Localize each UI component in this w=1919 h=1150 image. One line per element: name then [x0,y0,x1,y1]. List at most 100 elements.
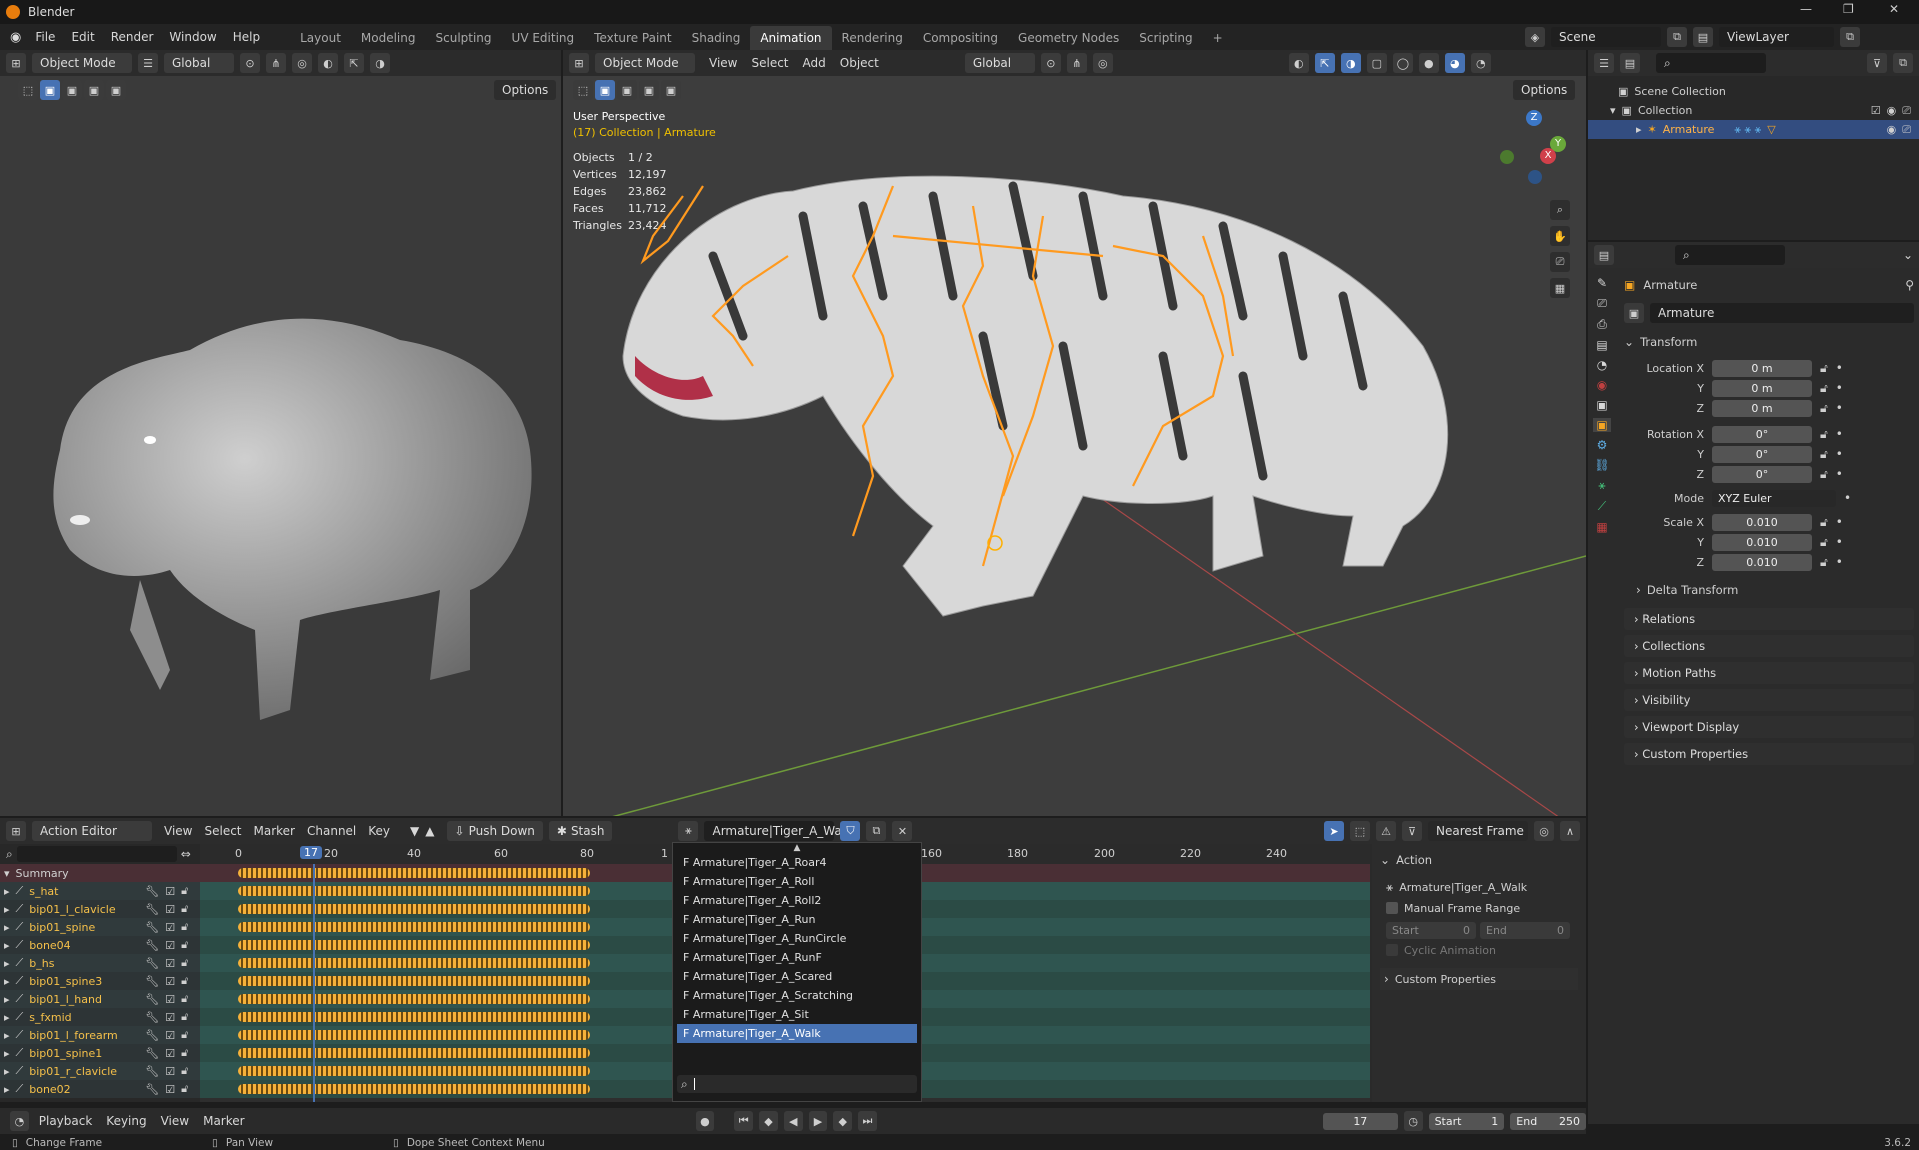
play-icon[interactable]: ▶ [808,1111,828,1131]
manual-range-checkbox[interactable] [1386,902,1398,914]
expand-arrow-icon[interactable]: ▾ [1610,104,1616,117]
expand-arrow-icon[interactable]: ▸ [4,1011,10,1024]
select-subtract-icon[interactable]: ▣ [84,80,104,100]
keyframe-dot-icon[interactable]: • [1836,535,1843,549]
wrench-icon[interactable]: 🔧︎ [145,903,159,916]
main-proportional-icon[interactable]: ◎ [1092,53,1113,73]
expand-arrow-icon[interactable]: ▸ [4,921,10,934]
menu-help[interactable]: Help [225,24,268,50]
tab-compositing[interactable]: Compositing [913,26,1008,50]
world-tab-icon[interactable]: ◉ [1597,378,1607,392]
xray-icon[interactable]: ▢ [1366,53,1387,73]
lock-icon[interactable]: 🔓︎ [181,1064,188,1078]
lock-icon[interactable]: 🔓︎ [1820,447,1828,462]
lock-icon[interactable]: 🔓︎ [181,956,188,970]
lock-icon[interactable]: 🔓︎ [1820,555,1828,570]
solid-shading-icon[interactable]: ● [1418,53,1439,73]
snap-mode-dropdown[interactable]: Nearest Frame [1428,821,1528,841]
gizmo-x-axis[interactable]: X [1540,148,1556,164]
tab-animation[interactable]: Animation [750,26,832,50]
display-mode-icon[interactable]: ▤ [1620,53,1640,73]
channel-checkbox[interactable]: ☑ [165,1011,175,1024]
lock-icon[interactable]: 🔓︎ [1820,535,1828,550]
jump-end-icon[interactable]: ⏭ [858,1111,877,1131]
outliner-item-collection[interactable]: ▾ ▣ Collection ☑ ◉ ⎚ [1610,101,1919,120]
render-camera-icon[interactable]: ⎚ [1902,123,1911,137]
dope-menu-view[interactable]: View [164,824,192,838]
action-name-field[interactable]: Armature|Tiger_A_Walk [704,821,852,841]
render-camera-icon[interactable]: ⎚ [1902,104,1911,118]
channel-checkbox[interactable]: ☑ [165,957,175,970]
collection-tab-icon[interactable]: ▣ [1596,398,1607,412]
wrench-icon[interactable]: 🔧︎ [145,1065,159,1078]
relations-section[interactable]: › Relations [1624,608,1914,630]
rotation-z-field[interactable]: 0° [1712,465,1812,483]
delta-transform-section[interactable]: › Delta Transform [1624,578,1914,602]
outliner-search-input[interactable]: ⌕ [1656,53,1766,73]
lock-icon[interactable]: 🔓︎ [181,1010,188,1024]
filter-icon[interactable]: ⊽ [1867,53,1887,73]
expand-arrow-icon[interactable]: ▸ [4,993,10,1006]
wrench-icon[interactable]: 🔧︎ [145,885,159,898]
wrench-icon[interactable]: 🔧︎ [145,1047,159,1060]
gizmo-z-axis[interactable]: Z [1526,110,1542,126]
channel-row[interactable]: ▸ ⟋ b_hs 🔧︎ ☑ 🔓︎ [0,954,200,972]
dope-menu-channel[interactable]: Channel [307,824,356,838]
proportional-edit-icon[interactable]: ◎ [292,53,312,73]
location-z-field[interactable]: 0 m [1712,399,1812,417]
channel-checkbox[interactable]: ☑ [165,1083,175,1096]
dope-editor-type-icon[interactable]: ⊞ [6,821,26,841]
render-tab-icon[interactable]: ⎚ [1597,296,1607,311]
view-layer-tab-icon[interactable]: ▤ [1596,338,1607,352]
expand-arrow-icon[interactable]: ⌄ [1624,335,1634,349]
main-overlay-icon[interactable]: ◑ [1340,53,1361,73]
object-tab-icon[interactable]: ▣ [1593,418,1611,432]
lock-icon[interactable]: 🔓︎ [1820,381,1828,396]
custom-properties-panel[interactable]: › Custom Properties [1380,968,1578,990]
collection-checkbox[interactable]: ☑ [1871,104,1881,117]
jump-start-icon[interactable]: ⏮ [734,1111,754,1131]
expand-arrow-icon[interactable]: ▸ [4,1029,10,1042]
dope-menu-key[interactable]: Key [368,824,390,838]
timeline-editor-type-icon[interactable]: ◔ [10,1111,29,1131]
keyframe-strip[interactable] [238,994,590,1004]
end-frame-field[interactable]: End 0 [1480,921,1570,939]
blender-menu-icon[interactable]: ◉ [10,30,21,45]
only-selected-icon[interactable]: ➤ [1324,821,1344,841]
scene-selector[interactable]: Scene [1551,27,1661,47]
navigation-gizmo[interactable]: Z Y X [1498,110,1568,190]
clock-icon[interactable]: ◷ [1403,1111,1423,1131]
properties-menu-chevron-icon[interactable]: ⌄ [1903,248,1913,262]
layer-up-icon[interactable]: ▲ [425,824,434,838]
select-extend-icon[interactable]: ▣ [62,80,82,100]
dope-menu-select[interactable]: Select [204,824,241,838]
channel-row[interactable]: ▸ ⟋ bip01_spine 🔧︎ ☑ 🔓︎ [0,918,200,936]
properties-search-input[interactable]: ⌕ [1675,245,1785,265]
swap-icon[interactable]: ⇔ [181,847,191,861]
main-menu-select[interactable]: Select [751,56,788,70]
maximize-button[interactable]: ❐ [1843,2,1854,16]
overlay-icon[interactable]: ◑ [370,53,390,73]
main-snap-icon[interactable]: ⋔ [1066,53,1087,73]
action-list-item[interactable]: F Armature|Tiger_A_RunF [677,948,917,967]
minimize-button[interactable]: — [1800,2,1812,16]
keying-menu[interactable]: Keying [106,1114,146,1128]
timeline-marker-menu[interactable]: Marker [203,1114,244,1128]
proportional-edit-dope-icon[interactable]: ◎ [1534,821,1554,841]
channel-row[interactable]: ▸ ⟋ bip01_spine1 🔧︎ ☑ 🔓︎ [0,1044,200,1062]
tab-sculpting[interactable]: Sculpting [426,26,502,50]
action-list-item[interactable]: F Armature|Tiger_A_Run [677,910,917,929]
grid-icon[interactable]: ▦ [1550,278,1570,298]
new-view-layer-icon[interactable]: ⧉ [1840,27,1860,47]
expand-arrow-icon[interactable]: › [1636,583,1641,597]
new-scene-icon[interactable]: ⧉ [1667,27,1687,47]
lock-icon[interactable]: 🔓︎ [181,1046,188,1060]
prev-keyframe-icon[interactable]: ◆ [759,1111,778,1131]
cyclic-checkbox[interactable] [1386,944,1398,956]
keyframe-strip[interactable] [238,1066,590,1076]
expand-arrow-icon[interactable]: ▸ [4,1065,10,1078]
rotation-x-field[interactable]: 0° [1712,425,1812,443]
action-list-item[interactable]: F Armature|Tiger_A_Roar4 [677,853,917,872]
tab-scripting[interactable]: Scripting [1129,26,1202,50]
action-panel-header[interactable]: ⌄ Action [1380,850,1578,870]
